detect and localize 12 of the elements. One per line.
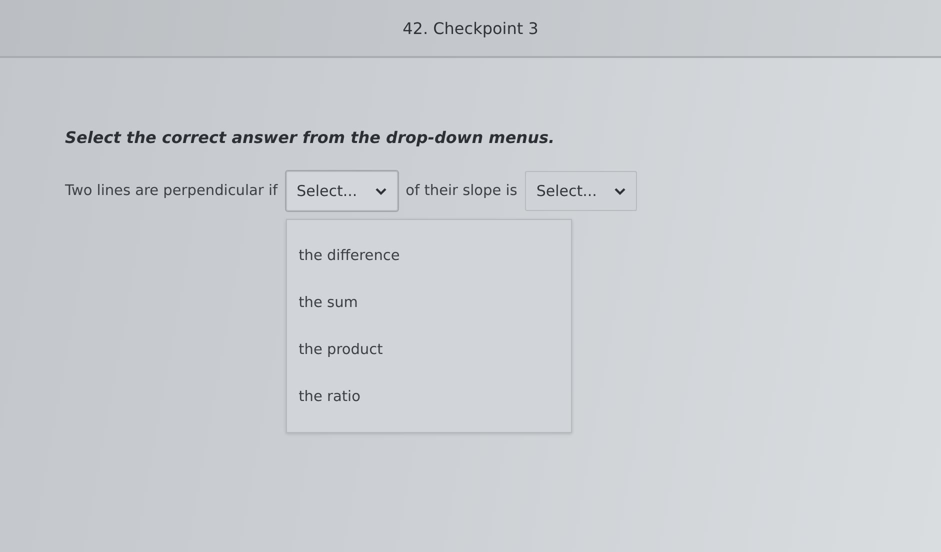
dropdown-option[interactable]: the sum [286, 279, 571, 326]
dropdown-select[interactable]: Select... [286, 171, 398, 211]
dropdown-option[interactable]: the ratio [286, 373, 571, 420]
dropdown-option[interactable]: the product [286, 326, 571, 373]
instruction-text: Select the correct answer from the drop-down menus. [65, 128, 556, 147]
chevron-down-icon [614, 186, 626, 196]
chevron-down-icon [374, 186, 387, 196]
dropdown-option[interactable]: the difference [286, 232, 571, 279]
dropdown-select[interactable]: Select... [525, 171, 638, 211]
sentence-text: of their slope is [406, 183, 518, 199]
checkpoint-title: 42. Checkpoint 3 [402, 18, 538, 38]
sentence-text: Two lines are perpendicular if [65, 183, 278, 199]
